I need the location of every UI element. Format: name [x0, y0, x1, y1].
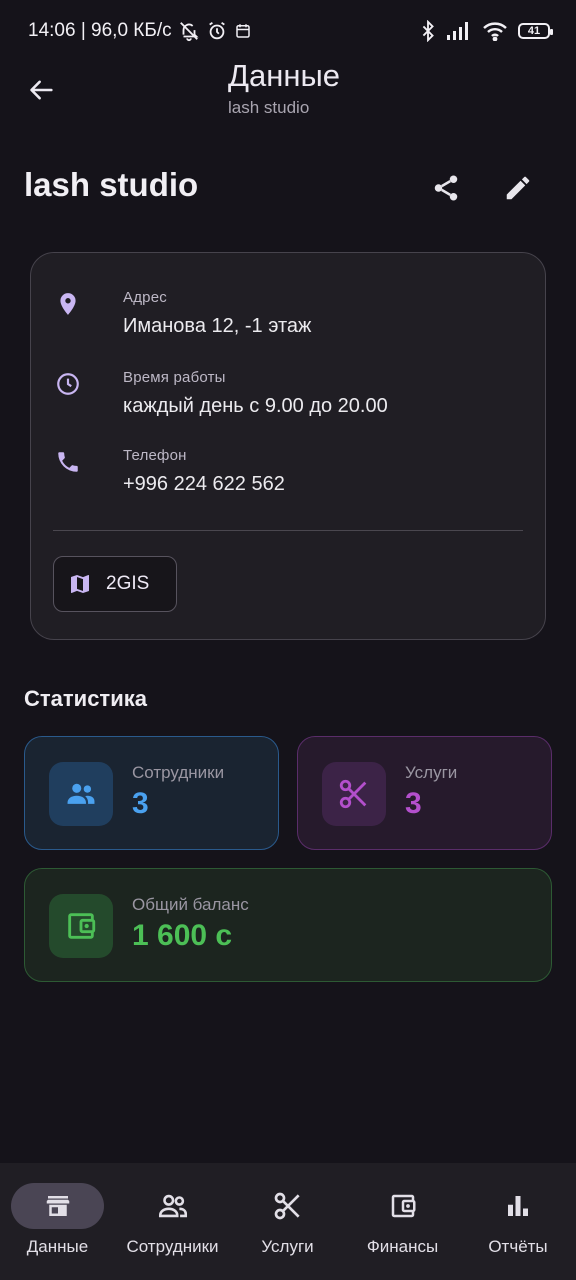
- arrow-back-icon: [30, 80, 53, 100]
- clock-icon: [53, 369, 83, 399]
- alarm-icon: [206, 20, 228, 42]
- status-time-speed: 14:06 | 96,0 КБ/с: [28, 20, 172, 41]
- location-pin-icon: [53, 289, 83, 319]
- nav-item-finance[interactable]: Финансы: [345, 1163, 460, 1280]
- battery-icon: 41: [518, 23, 553, 39]
- store-icon: [11, 1183, 104, 1229]
- staff-stat-card[interactable]: Сотрудники 3: [24, 736, 279, 850]
- studio-info-card: Адрес Иманова 12, -1 этаж Время работы к…: [30, 252, 546, 640]
- back-button[interactable]: [22, 70, 62, 110]
- share-button[interactable]: [424, 166, 468, 210]
- nav-label-reports: Отчёты: [488, 1237, 548, 1256]
- nav-label-data: Данные: [26, 1237, 89, 1256]
- pencil-icon: [506, 176, 530, 200]
- scissors-icon: [322, 762, 386, 826]
- divider: [53, 530, 523, 531]
- signal-icon: [446, 21, 472, 41]
- bottom-navigation: Данные Сотрудники Услуги Финансы Отчёты: [0, 1163, 576, 1280]
- address-row: Адрес Иманова 12, -1 этаж: [53, 289, 523, 349]
- staff-label: Сотрудники: [132, 763, 225, 782]
- services-count: 3: [405, 787, 422, 820]
- nav-label-finance: Финансы: [366, 1237, 439, 1256]
- staff-count: 3: [132, 787, 149, 820]
- phone-row[interactable]: Телефон +996 224 622 562: [53, 447, 523, 507]
- hours-row: Время работы каждый день с 9.00 до 20.00: [53, 369, 523, 429]
- statistics-title: Статистика: [24, 686, 147, 711]
- page-subtitle: lash studio: [228, 98, 310, 117]
- hours-value: каждый день с 9.00 до 20.00: [123, 395, 388, 417]
- bar-chart-icon: [486, 1183, 550, 1229]
- people-icon: [49, 762, 113, 826]
- calendar-icon: [234, 22, 252, 40]
- share-icon: [434, 175, 458, 201]
- nav-item-data[interactable]: Данные: [0, 1163, 115, 1280]
- people-outline-icon: [141, 1183, 205, 1229]
- wifi-icon: [482, 21, 508, 41]
- edit-button[interactable]: [496, 166, 540, 210]
- status-bar: 14:06 | 96,0 КБ/с 41: [0, 0, 576, 62]
- nav-item-services[interactable]: Услуги: [230, 1163, 345, 1280]
- phone-value[interactable]: +996 224 622 562: [123, 473, 285, 496]
- wallet-icon: [371, 1183, 435, 1229]
- scissors-icon: [256, 1183, 320, 1229]
- wallet-icon: [49, 894, 113, 958]
- phone-icon: [53, 447, 83, 477]
- balance-stat-card[interactable]: Общий баланс 1 600 с: [24, 868, 552, 982]
- page-title: Данные: [228, 58, 340, 93]
- bluetooth-icon: [420, 20, 436, 42]
- phone-label: Телефон: [123, 447, 187, 464]
- services-stat-card[interactable]: Услуги 3: [297, 736, 552, 850]
- address-value: Иманова 12, -1 этаж: [123, 315, 312, 337]
- nav-item-staff[interactable]: Сотрудники: [115, 1163, 230, 1280]
- nav-label-services: Услуги: [261, 1237, 314, 1256]
- balance-label: Общий баланс: [132, 895, 249, 914]
- address-label: Адрес: [123, 289, 167, 306]
- open-2gis-label: 2GIS: [106, 573, 150, 594]
- mute-bell-icon: [178, 20, 200, 42]
- nav-label-staff: Сотрудники: [126, 1237, 219, 1256]
- balance-value: 1 600 с: [132, 919, 233, 952]
- open-2gis-button[interactable]: 2GIS: [53, 556, 177, 612]
- nav-item-reports[interactable]: Отчёты: [460, 1163, 576, 1280]
- services-label: Услуги: [405, 763, 458, 782]
- hours-label: Время работы: [123, 369, 226, 386]
- map-icon: [71, 575, 89, 593]
- studio-name: lash studio: [24, 166, 199, 203]
- app-bar: Данные lash studio: [0, 56, 576, 126]
